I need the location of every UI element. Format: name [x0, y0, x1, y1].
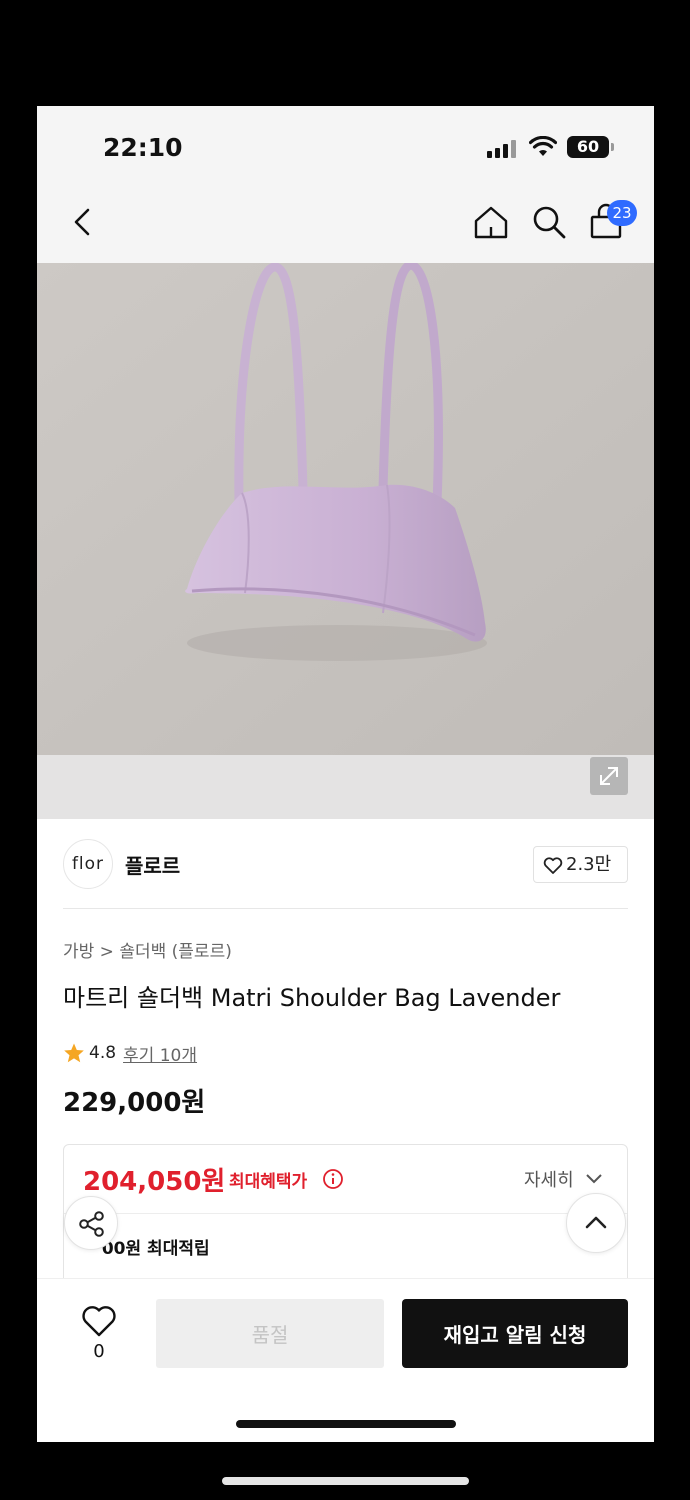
expand-icon — [600, 767, 618, 785]
breadcrumb[interactable]: 가방 > 숄더백 (플로르) — [63, 937, 232, 962]
heart-icon — [543, 857, 563, 874]
scroll-to-top-button[interactable] — [566, 1193, 626, 1253]
star-icon — [64, 1043, 84, 1063]
search-icon[interactable] — [529, 202, 569, 242]
share-button[interactable] — [64, 1196, 118, 1250]
info-icon[interactable] — [322, 1168, 344, 1190]
brand-logo[interactable]: flor — [63, 839, 113, 889]
reviews-link[interactable]: 후기 10개 — [123, 1041, 197, 1066]
status-bar: 22:10 60 — [37, 106, 654, 188]
wifi-icon — [529, 136, 557, 156]
max-benefit-label: 최대혜택가 — [229, 1172, 308, 1192]
brand-like-count: 2.3만 — [566, 854, 612, 875]
divider — [64, 1213, 627, 1214]
share-icon — [79, 1211, 104, 1237]
brand-like-button[interactable]: 2.3만 — [533, 846, 628, 883]
cellular-signal-icon — [487, 140, 519, 158]
shoulder-bag-photo — [37, 263, 654, 755]
expand-image-button[interactable] — [590, 757, 628, 795]
max-benefit-price: 204,050원 — [83, 1167, 226, 1197]
back-arrow-icon[interactable] — [63, 202, 103, 242]
battery-icon: 60 — [567, 136, 614, 158]
bottom-action-bar: 0 품절 재입고 알림 신청 — [37, 1278, 654, 1442]
product-image[interactable] — [37, 263, 654, 755]
rating-score: 4.8 — [89, 1043, 117, 1063]
status-time: 22:10 — [103, 133, 183, 162]
brand-name[interactable]: 플로르 — [125, 850, 180, 879]
wishlist-heart-icon[interactable] — [79, 1301, 119, 1341]
home-indicator-outer — [222, 1477, 469, 1485]
divider — [63, 908, 628, 909]
chevron-down-icon[interactable] — [585, 1173, 603, 1185]
product-title: 마트리 숄더백 Matri Shoulder Bag Lavender — [63, 984, 561, 1012]
rating: 4.8 후기 10개 — [63, 1041, 197, 1066]
app-screen: 22:10 60 23 flor 플로르 2.3만 가방 > 숄더백 (플로르)… — [37, 106, 654, 1442]
sold-out-button[interactable]: 품절 — [156, 1299, 384, 1368]
home-indicator — [236, 1420, 456, 1428]
top-nav-bar: 23 — [37, 188, 654, 263]
wishlist-count: 0 — [93, 1341, 105, 1362]
benefit-box: 204,050원 최대혜택가 자세히 00원 최대적립 — [63, 1144, 628, 1294]
image-gallery-strip — [37, 755, 654, 819]
detail-link[interactable]: 자세히 — [524, 1166, 574, 1192]
cart-count-badge: 23 — [607, 200, 637, 226]
home-icon[interactable] — [471, 202, 511, 242]
restock-alert-button[interactable]: 재입고 알림 신청 — [402, 1299, 628, 1368]
product-price: 229,000원 — [63, 1088, 206, 1118]
chevron-up-icon — [585, 1216, 607, 1229]
